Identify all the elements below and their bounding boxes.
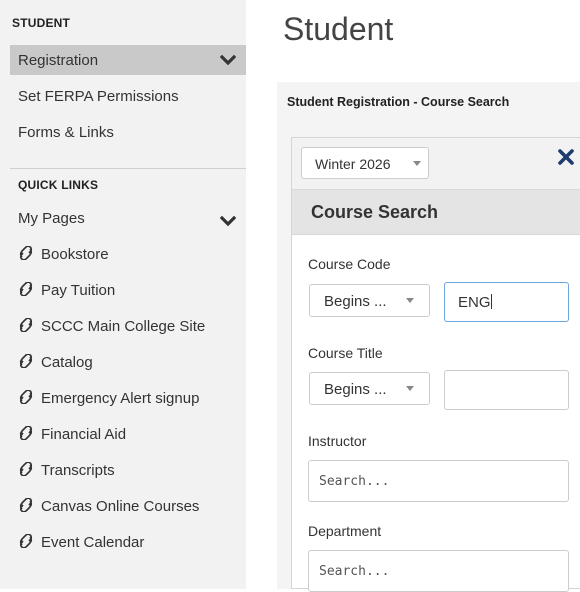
quick-link-label: Canvas Online Courses xyxy=(41,498,200,515)
quick-link-canvas[interactable]: Canvas Online Courses xyxy=(18,498,199,518)
link-icon xyxy=(19,534,33,548)
course-title-label: Course Title xyxy=(308,345,383,361)
panel-heading: Student Registration - Course Search xyxy=(287,95,510,109)
caret-down-icon xyxy=(406,298,414,303)
course-title-operator-select[interactable]: Begins ... xyxy=(309,372,430,405)
course-title-input[interactable] xyxy=(444,370,569,410)
quick-link-label: Event Calendar xyxy=(41,534,145,551)
quick-link-label: Emergency Alert signup xyxy=(41,390,200,407)
quick-link-event-calendar[interactable]: Event Calendar xyxy=(18,534,144,554)
quick-link-label: Bookstore xyxy=(41,246,109,263)
quick-link-label: Catalog xyxy=(41,354,93,371)
department-search-field[interactable] xyxy=(308,550,569,592)
sidebar-item-my-pages[interactable]: My Pages xyxy=(18,210,246,230)
sidebar-item-forms-links[interactable]: Forms & Links xyxy=(18,124,114,141)
sidebar: STUDENT Registration Set FERPA Permissio… xyxy=(0,0,246,589)
caret-down-icon xyxy=(406,386,414,391)
quick-link-financial-aid[interactable]: Financial Aid xyxy=(18,426,126,446)
link-icon xyxy=(19,462,33,476)
course-search-title: Course Search xyxy=(311,202,439,222)
department-label: Department xyxy=(308,523,382,539)
quick-link-label: Financial Aid xyxy=(41,426,127,443)
department-search-input[interactable] xyxy=(309,551,568,591)
course-search-header: Course Search xyxy=(292,189,580,235)
link-icon xyxy=(19,282,33,296)
term-select[interactable]: Winter 2026 xyxy=(301,147,429,179)
course-code-operator-select[interactable]: Begins ... xyxy=(309,284,430,317)
link-icon xyxy=(19,246,33,260)
link-icon xyxy=(19,426,33,440)
link-icon xyxy=(19,498,33,512)
course-code-label: Course Code xyxy=(308,256,391,272)
quick-link-bookstore[interactable]: Bookstore xyxy=(18,246,109,266)
instructor-label: Instructor xyxy=(308,433,367,449)
sidebar-item-ferpa[interactable]: Set FERPA Permissions xyxy=(18,88,179,105)
quick-link-label: Transcripts xyxy=(41,462,115,479)
course-code-value: ENG xyxy=(458,294,492,311)
term-select-value: Winter 2026 xyxy=(315,156,391,172)
page-title: Student xyxy=(283,11,394,47)
quick-link-emergency-alert[interactable]: Emergency Alert signup xyxy=(18,390,199,410)
quick-link-catalog[interactable]: Catalog xyxy=(18,354,93,374)
quick-links-heading: QUICK LINKS xyxy=(18,178,99,192)
link-icon xyxy=(19,390,33,404)
quick-link-pay-tuition[interactable]: Pay Tuition xyxy=(18,282,115,302)
quick-link-sccc-main[interactable]: SCCC Main College Site xyxy=(18,318,205,338)
link-icon xyxy=(19,354,33,368)
quick-link-label: Pay Tuition xyxy=(41,282,116,299)
chevron-down-icon xyxy=(220,54,236,66)
operator-value: Begins ... xyxy=(324,293,387,310)
quick-link-label: SCCC Main College Site xyxy=(41,318,206,335)
sidebar-item-label: Registration xyxy=(18,52,99,69)
sidebar-divider xyxy=(10,168,246,169)
close-icon[interactable] xyxy=(557,148,575,166)
student-section-heading: STUDENT xyxy=(12,16,71,30)
operator-value: Begins ... xyxy=(324,381,387,398)
instructor-search-field[interactable] xyxy=(308,460,569,502)
sidebar-item-registration[interactable]: Registration xyxy=(10,45,246,75)
instructor-search-input[interactable] xyxy=(309,461,568,501)
link-icon xyxy=(19,318,33,332)
caret-down-icon xyxy=(413,161,421,166)
sidebar-item-label: My Pages xyxy=(18,210,85,227)
chevron-down-icon xyxy=(220,215,236,227)
quick-link-transcripts[interactable]: Transcripts xyxy=(18,462,115,482)
course-code-input[interactable]: ENG xyxy=(444,282,569,322)
